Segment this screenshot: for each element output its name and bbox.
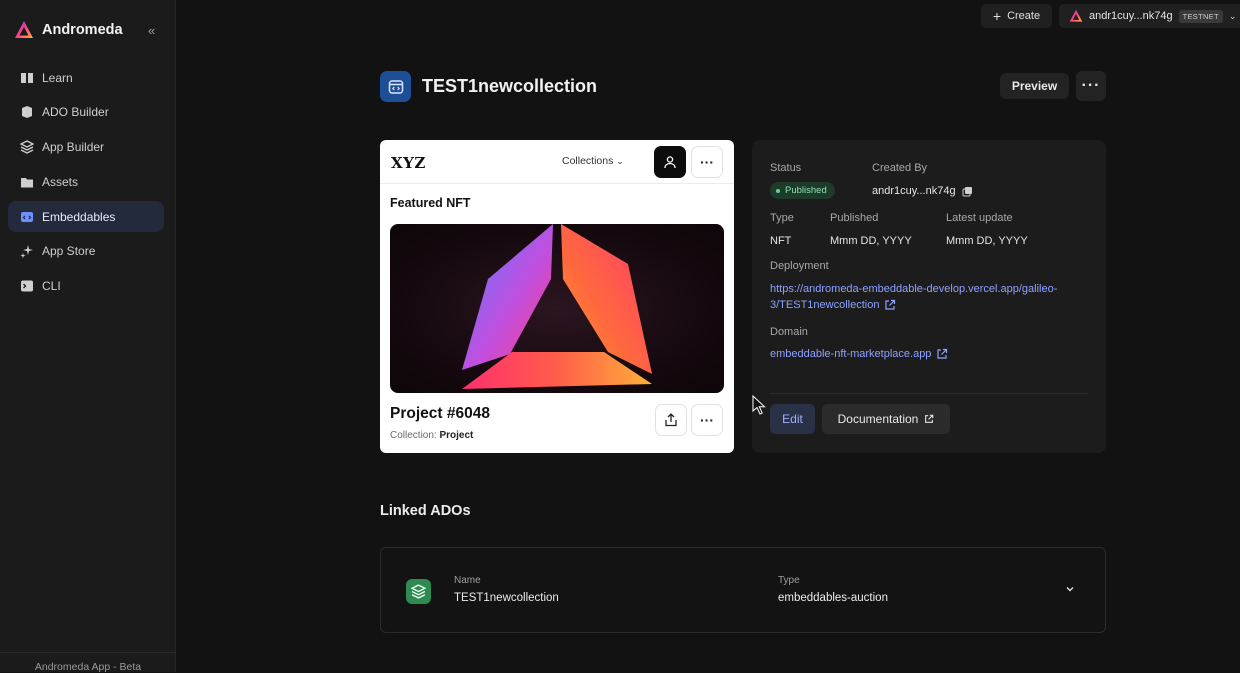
user-icon xyxy=(664,156,676,169)
sidebar-item-label: App Builder xyxy=(42,140,105,155)
network-badge: TESTNET xyxy=(1178,9,1223,23)
external-link-icon xyxy=(925,414,934,423)
andromeda-logo-icon xyxy=(15,21,33,38)
created-by-label: Created By xyxy=(872,162,928,174)
linked-ados-heading: Linked ADOs xyxy=(380,503,471,519)
plus-icon: + xyxy=(992,8,1002,24)
linked-ado-row[interactable]: Name TEST1newcollection Type embeddables… xyxy=(380,547,1106,633)
embeddable-details-panel: Status Published Created By andr1cuy...n… xyxy=(752,140,1106,453)
type-label: Type xyxy=(770,212,794,224)
external-link-icon xyxy=(937,348,948,359)
share-icon xyxy=(665,413,677,427)
preview-button[interactable]: Preview xyxy=(1000,73,1069,99)
chevron-down-icon[interactable] xyxy=(1063,582,1077,596)
chevron-down-icon: ⌄ xyxy=(616,156,624,166)
status-label: Status xyxy=(770,162,802,174)
sidebar-nav: Learn ADO Builder App Builder Assets Emb… xyxy=(8,62,164,306)
latest-update-value: Mmm DD, YYYY xyxy=(946,235,1028,247)
collection-prefix: Collection: xyxy=(390,430,437,441)
type-value: NFT xyxy=(770,235,792,247)
sidebar-item-learn[interactable]: Learn xyxy=(8,62,164,93)
featured-nft-heading: Featured NFT xyxy=(390,196,471,210)
ado-name-label: Name xyxy=(454,575,481,586)
terminal-icon xyxy=(21,280,33,292)
edit-button[interactable]: Edit xyxy=(770,404,815,434)
published-value: Mmm DD, YYYY xyxy=(830,235,912,247)
latest-update-label: Latest update xyxy=(946,212,1013,224)
embed-icon xyxy=(21,211,33,222)
more-options-icon[interactable]: ··· xyxy=(691,146,723,178)
app-name: Andromeda xyxy=(42,22,123,38)
collections-dropdown[interactable]: Collections ⌄ xyxy=(562,155,624,167)
divider xyxy=(380,183,734,184)
sidebar-item-label: Assets xyxy=(42,174,79,189)
embeddable-icon xyxy=(380,71,411,102)
mouse-cursor-icon xyxy=(752,395,766,415)
ado-layers-icon xyxy=(406,579,431,604)
wallet-address: andr1cuy...nk74g xyxy=(1089,10,1173,22)
sidebar-item-label: ADO Builder xyxy=(42,105,109,120)
domain-value: embeddable-nft-marketplace.app xyxy=(770,348,932,360)
ado-type-value: embeddables-auction xyxy=(778,592,888,604)
sidebar-item-assets[interactable]: Assets xyxy=(8,166,164,197)
nft-collection-line: Collection: Project xyxy=(390,430,473,441)
published-label: Published xyxy=(830,212,879,224)
brand[interactable]: Andromeda xyxy=(14,20,123,40)
deployment-url-line1: https://andromeda-embeddable-develop.ver… xyxy=(770,283,1058,295)
page-title: TEST1newcollection xyxy=(422,76,598,96)
deployment-url-line2-row: 3/TEST1newcollection xyxy=(770,297,1090,313)
nft-artwork-image xyxy=(462,224,652,389)
featured-nft-image[interactable] xyxy=(390,224,724,393)
status-value: Published xyxy=(785,185,827,196)
collections-label: Collections xyxy=(562,155,614,167)
layers-icon xyxy=(20,140,34,154)
copy-icon[interactable] xyxy=(962,186,973,197)
domain-link[interactable]: embeddable-nft-marketplace.app xyxy=(770,346,948,362)
sparkle-icon xyxy=(20,245,33,259)
divider xyxy=(770,393,1088,394)
wallet-button[interactable]: andr1cuy...nk74g TESTNET ⌄ xyxy=(1059,4,1240,28)
ado-name-value: TEST1newcollection xyxy=(454,592,559,604)
chevron-down-icon: ⌄ xyxy=(1228,10,1237,21)
deployment-label: Deployment xyxy=(770,260,829,272)
collection-name: Project xyxy=(439,430,474,441)
status-badge: Published xyxy=(770,182,835,199)
book-icon xyxy=(21,72,33,83)
sidebar-item-label: Learn xyxy=(42,70,73,85)
documentation-button[interactable]: Documentation xyxy=(822,404,950,434)
sidebar-item-label: App Store xyxy=(42,244,96,259)
deployment-url-line2: 3/TEST1newcollection xyxy=(770,299,880,311)
share-button[interactable] xyxy=(655,404,687,436)
app-version-footer: Andromeda App - Beta xyxy=(0,652,176,673)
sidebar-item-app-store[interactable]: App Store xyxy=(8,236,164,267)
collapse-sidebar-icon[interactable]: « xyxy=(148,24,162,38)
preview-logo: XYZ xyxy=(391,154,426,172)
embeddable-preview-card: XYZ Collections ⌄ ··· Featured NFT Proje… xyxy=(380,140,734,453)
documentation-label: Documentation xyxy=(837,412,919,426)
blocks-icon xyxy=(22,106,32,119)
created-by-value: andr1cuy...nk74g xyxy=(872,185,956,197)
sidebar-item-label: CLI xyxy=(42,279,61,294)
andromeda-logo-icon xyxy=(1069,9,1083,22)
create-button[interactable]: + Create xyxy=(981,4,1052,28)
user-profile-button[interactable] xyxy=(654,146,686,178)
sidebar-item-cli[interactable]: CLI xyxy=(8,271,164,302)
ado-type-label: Type xyxy=(778,575,800,586)
created-by: andr1cuy...nk74g xyxy=(872,185,973,197)
domain-label: Domain xyxy=(770,326,808,338)
sidebar-item-ado-builder[interactable]: ADO Builder xyxy=(8,97,164,128)
sidebar-item-app-builder[interactable]: App Builder xyxy=(8,132,164,163)
more-options-button[interactable]: ··· xyxy=(1076,71,1106,101)
deployment-link[interactable]: https://andromeda-embeddable-develop.ver… xyxy=(770,281,1090,313)
folder-icon xyxy=(21,177,33,188)
nft-project-name: Project #6048 xyxy=(390,405,490,422)
external-link-icon xyxy=(885,299,896,310)
sidebar-item-embeddables[interactable]: Embeddables xyxy=(8,201,164,233)
nft-more-options-icon[interactable]: ··· xyxy=(691,404,723,436)
create-label: Create xyxy=(1007,10,1041,22)
sidebar: Andromeda « Learn ADO Builder App Builde… xyxy=(0,0,176,673)
sidebar-item-label: Embeddables xyxy=(42,209,116,224)
status-dot-icon xyxy=(776,188,780,193)
